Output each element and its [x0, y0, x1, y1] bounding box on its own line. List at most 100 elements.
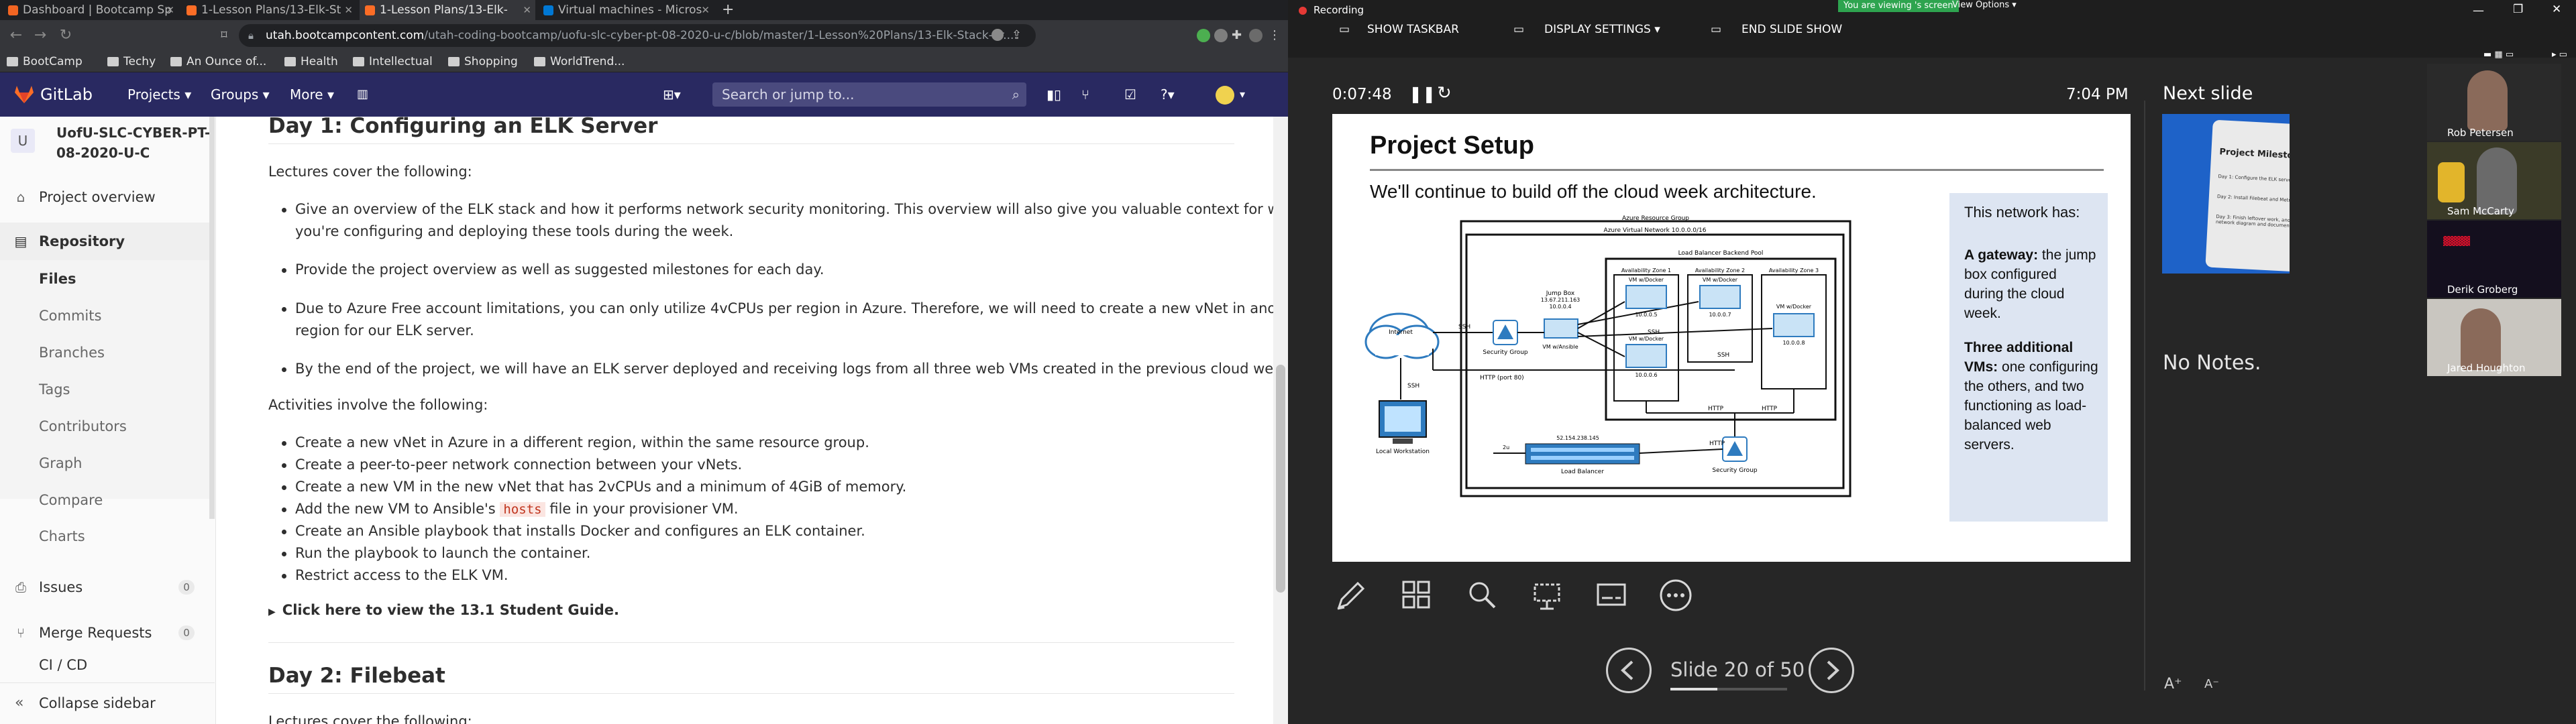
todo-icon[interactable]: ▮▯ [1046, 72, 1061, 117]
extension-green-icon[interactable] [1197, 29, 1210, 42]
sidebar-item-cicd[interactable]: CI / CD [0, 658, 201, 672]
page-scrollbar[interactable] [1273, 117, 1288, 724]
next-slide-preview[interactable]: Project Milestones Day 1: Configure the … [2162, 114, 2290, 274]
tab-lesson-plans-2[interactable]: 1-Lesson Plans/13-Elk- ✕ [360, 0, 535, 20]
show-taskbar-button[interactable]: SHOW TASKBAR [1367, 23, 1459, 36]
sidebar-sub-files[interactable]: Files [39, 265, 76, 292]
search-input[interactable]: Search or jump to... ⌕ [712, 82, 1026, 107]
nav-groups[interactable]: Groups ▾ [211, 72, 270, 117]
bookmark-health[interactable]: Health [284, 51, 338, 72]
user-avatar[interactable] [1216, 86, 1234, 105]
extension-gray-icon[interactable] [1214, 29, 1228, 42]
project-name-line2[interactable]: 08-2020-U-C [56, 145, 150, 161]
sidebar-sub-graph[interactable]: Graph [39, 450, 82, 477]
zoom-icon[interactable] [991, 29, 1004, 41]
sidebar-sub-contributors[interactable]: Contributors [39, 413, 127, 440]
help-icon[interactable]: ?▾ [1161, 72, 1175, 117]
folder-icon [448, 57, 460, 66]
vm3-icon [1699, 285, 1741, 309]
sidebar-item-merge-requests[interactable]: ⑂ Merge Requests 0 [0, 614, 201, 652]
close-tab-icon[interactable]: ✕ [166, 0, 174, 20]
extensions-puzzle-icon[interactable]: ✚ [1232, 29, 1245, 42]
bookmark-intellectual[interactable]: Intellectual [353, 51, 433, 72]
display-settings-button[interactable]: DISPLAY SETTINGS ▾ [1544, 23, 1660, 36]
bookmark-bootcamp[interactable]: BootCamp [7, 51, 83, 72]
project-name-line1[interactable]: UofU-SLC-CYBER-PT- [56, 125, 210, 141]
gateway-bold: A gateway: [1964, 247, 2039, 263]
zoom-slide-icon[interactable] [1464, 577, 1501, 614]
display-settings-icon: ▭ [1513, 23, 1525, 36]
tab-dashboard[interactable]: Dashboard | Bootcamp Sp ✕ [3, 0, 178, 20]
sidebar-item-project-overview[interactable]: ⌂ Project overview [0, 178, 201, 216]
bookmark-techy[interactable]: Techy [107, 51, 156, 72]
ssh-label-internet: SSH [1458, 324, 1470, 330]
next-slide-button[interactable] [1809, 648, 1854, 693]
merge-requests-icon[interactable]: ⑂ [1081, 72, 1089, 117]
close-tab-icon[interactable]: ✕ [523, 0, 531, 20]
menu-kebab-icon[interactable]: ⋮ [1268, 29, 1281, 42]
url-field[interactable]: 🔒︎ utah.bootcampcontent.com/utah-coding-… [239, 24, 1036, 47]
sidebar-item-repository[interactable]: ▤ Repository [0, 223, 212, 260]
back-icon[interactable]: ← [7, 26, 25, 45]
pointer-screen-icon[interactable] [1528, 577, 1566, 614]
bookmark-star-icon[interactable]: ⌑ [215, 26, 233, 45]
nav-projects[interactable]: Projects ▾ [127, 72, 191, 117]
gallery-next-icon[interactable]: ▸ ▭ [2552, 50, 2567, 60]
close-tab-icon[interactable]: ✕ [344, 0, 353, 20]
increase-font-icon[interactable]: A⁺ [2164, 676, 2182, 692]
pane-divider[interactable] [2144, 101, 2145, 690]
sidebar-sub-commits[interactable]: Commits [39, 302, 101, 329]
end-slideshow-button[interactable]: END SLIDE SHOW [1741, 23, 1842, 36]
issues-check-icon[interactable]: ☑ [1124, 72, 1136, 117]
participant-video-2[interactable]: Sam McCarty [2427, 142, 2561, 219]
plus-dropdown-icon[interactable]: ⊞▾ [663, 72, 681, 117]
chart-bars-icon[interactable]: ▥ [357, 72, 368, 117]
tab-lesson-plans-1[interactable]: 1-Lesson Plans/13-Elk-St ✕ [181, 0, 357, 20]
sidebar-scrollbar[interactable] [209, 117, 215, 519]
tab-label: Dashboard | Bootcamp Sp [23, 3, 172, 17]
gitlab-wordmark[interactable]: GitLab [40, 72, 93, 117]
participant-video-4[interactable]: Jared Houghton [2427, 299, 2561, 376]
close-icon[interactable]: ✕ [2552, 3, 2561, 16]
close-tab-icon[interactable]: ✕ [701, 0, 710, 20]
previous-slide-button[interactable] [1606, 648, 1652, 693]
decrease-font-icon[interactable]: A⁻ [2204, 677, 2219, 691]
new-tab-button[interactable]: + [716, 0, 737, 20]
participant-name: Jared Houghton [2447, 362, 2526, 374]
view-options-menu[interactable]: View Options ▾ [1952, 0, 2017, 10]
gallery-view-icon[interactable]: ▬ ▦ ▭ [2483, 50, 2514, 60]
share-icon[interactable]: ⇪ [1012, 29, 1025, 42]
sidebar-sub-tags[interactable]: Tags [39, 376, 70, 403]
scrollbar-thumb[interactable] [1276, 365, 1285, 593]
chevron-down-icon[interactable]: ▾ [1240, 72, 1245, 117]
profile-icon[interactable] [1249, 29, 1263, 42]
see-all-slides-icon[interactable] [1398, 577, 1436, 614]
pause-icon[interactable]: ❚❚ [1409, 84, 1436, 103]
student-guide-toggle[interactable]: ▶ Click here to view the 13.1 Student Gui… [268, 602, 619, 618]
more-options-icon[interactable] [1657, 577, 1695, 614]
pen-tool-icon[interactable] [1332, 577, 1370, 614]
project-avatar[interactable]: U [11, 129, 35, 153]
maximize-icon[interactable]: ❐ [2513, 3, 2523, 16]
bookmark-an-ounce-of[interactable]: An Ounce of... [170, 51, 266, 72]
sidebar-item-issues[interactable]: ⎙ Issues 0 [0, 568, 201, 606]
sidebar-sub-branches[interactable]: Branches [39, 339, 105, 366]
previous-arrow-icon [1621, 660, 1633, 680]
sidebar-sub-charts[interactable]: Charts [39, 523, 85, 550]
sidebar-sub-compare[interactable]: Compare [39, 487, 103, 514]
restart-timer-icon[interactable]: ↻ [1437, 83, 1452, 103]
bookmark-label: WorldTrend... [550, 55, 625, 68]
participant-video-3[interactable]: ▓▓▓▓ Derik Groberg [2427, 221, 2561, 298]
reload-icon[interactable]: ↻ [56, 26, 75, 45]
subtitles-icon[interactable] [1593, 577, 1630, 614]
bookmark-shopping[interactable]: Shopping [448, 51, 518, 72]
bookmark-worldtrend[interactable]: WorldTrend... [534, 51, 625, 72]
nav-more[interactable]: More ▾ [290, 72, 334, 117]
participant-video-1[interactable]: Rob Petersen [2427, 64, 2561, 141]
collapse-sidebar-button[interactable]: « Collapse sidebar [0, 682, 215, 724]
gitlab-logo-icon[interactable] [15, 86, 34, 103]
jumpbox-vm-icon [1544, 318, 1578, 339]
forward-icon[interactable]: → [31, 26, 50, 45]
tab-azure-vms[interactable]: Virtual machines - Micros ✕ [538, 0, 714, 20]
minimize-icon[interactable]: — [2473, 4, 2484, 17]
